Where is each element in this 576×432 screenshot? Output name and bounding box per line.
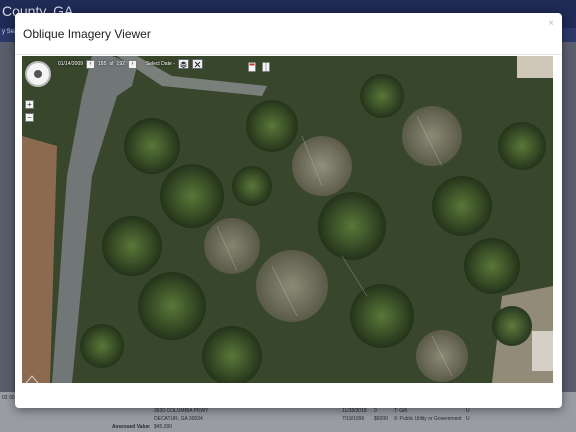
image-total: 192 (116, 61, 125, 67)
sale-type: 9: Public Utility or Government (394, 416, 462, 422)
panel-icon[interactable] (262, 59, 270, 72)
sale-price: $6000 (374, 416, 388, 422)
modal-title: Oblique Imagery Viewer (23, 27, 151, 41)
sale-date: 7/19/1996 (342, 416, 365, 422)
footer-side-text: 02 00 (2, 395, 15, 401)
sale-date: 11/28/2018 (342, 408, 367, 414)
image-counter-separator: of (109, 61, 114, 67)
zoom-out-button[interactable]: − (25, 113, 34, 122)
oblique-image-viewer[interactable]: + − 01/14/2009 ‹ 185 of 192 › Select Dat… (22, 56, 553, 383)
footer-address-line2: DECATUR, GA 30034 (154, 416, 203, 422)
footer-address-line1: 3630 COLUMBIA PKWY (154, 408, 209, 414)
layers-icon[interactable] (177, 59, 189, 69)
modal-header: Oblique Imagery Viewer × (15, 13, 562, 55)
aerial-image[interactable] (22, 56, 553, 383)
close-icon[interactable]: × (548, 18, 554, 29)
zoom-in-button[interactable]: + (25, 100, 34, 109)
sale-price: 0 (374, 408, 377, 414)
sale-code: U (466, 408, 470, 414)
sale-code: U (466, 416, 470, 422)
background-right-panel (562, 42, 576, 392)
footer-assessed-label: Assessed Value (112, 424, 150, 430)
select-date-dropdown[interactable]: Select Date - (146, 61, 175, 67)
sale-type: T: Gift (394, 408, 408, 414)
image-index: 185 (98, 61, 107, 67)
image-date: 01/14/2009 (58, 61, 84, 67)
print-icon[interactable] (248, 59, 256, 72)
oblique-imagery-modal: Oblique Imagery Viewer × + − 01/14/2009 … (15, 13, 562, 408)
prev-image-button[interactable]: ‹ (86, 59, 96, 69)
tools-icon[interactable] (191, 59, 203, 69)
watermark-icon (25, 371, 39, 383)
compass-icon[interactable] (25, 61, 51, 87)
background-left-panel (0, 42, 14, 392)
next-image-button[interactable]: › (127, 59, 137, 69)
viewer-toolbar: 01/14/2009 ‹ 185 of 192 › Select Date - (58, 59, 203, 69)
footer-assessed-value: $45,000 (154, 424, 173, 430)
